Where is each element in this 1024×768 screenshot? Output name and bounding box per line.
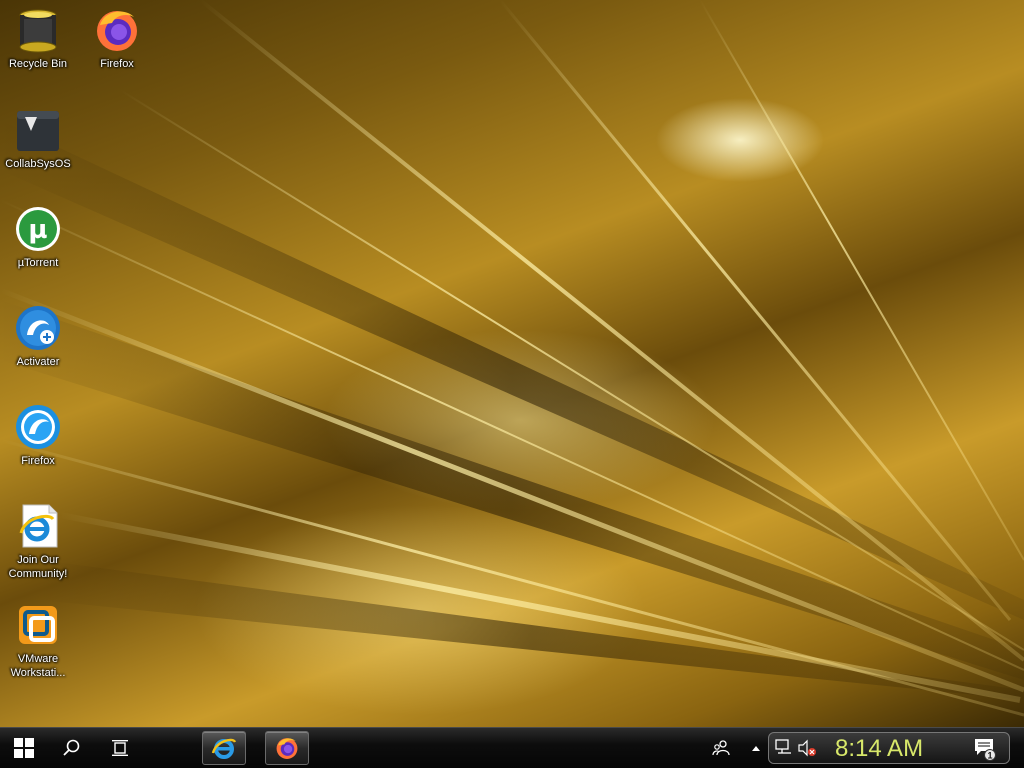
desktop-icon-firefox-2[interactable]: Firefox (0, 403, 76, 468)
desktop-icon-activater[interactable]: Activater (0, 304, 76, 369)
desktop-icon-join-our-community[interactable]: Join Our Community! (0, 502, 76, 581)
internet-explorer-icon (211, 738, 237, 759)
network-icon[interactable] (775, 739, 793, 757)
task-view-button[interactable] (98, 728, 142, 768)
vmware-icon (14, 601, 62, 649)
waterfox-icon (14, 403, 62, 451)
show-hidden-icons-button[interactable] (748, 728, 764, 768)
windows-start-icon (14, 738, 34, 758)
desktop-icon-label: Recycle Bin (8, 58, 68, 70)
desktop-icon-label: VMware Workstati... (10, 653, 66, 679)
system-tray: 8:14 AM 1 (768, 732, 1010, 764)
start-button[interactable] (0, 728, 48, 768)
people-icon (712, 740, 730, 756)
wallpaper-rays (0, 0, 1024, 717)
desktop-icon-label: Firefox (21, 455, 55, 467)
internet-explorer-shortcut-icon (14, 502, 62, 550)
folder-icon (14, 106, 62, 154)
notifications-icon[interactable]: 1 (973, 737, 997, 761)
desktop-icon-label: Join Our Community! (8, 554, 68, 580)
desktop-icon-recycle-bin[interactable]: Recycle Bin (0, 6, 76, 71)
desktop-icon-utorrent[interactable]: µ µTorrent (0, 205, 76, 270)
people-button[interactable] (706, 728, 736, 768)
firefox-icon (93, 6, 141, 54)
task-view-icon (112, 740, 128, 756)
desktop-icon-label: Firefox (100, 58, 134, 70)
firefox-icon (276, 738, 298, 759)
recycle-bin-icon (14, 6, 62, 54)
desktop-icon-collabsysos[interactable]: CollabSysOS (0, 106, 76, 171)
chevron-up-icon (752, 746, 760, 751)
desktop-icon-label: Activater (16, 356, 60, 368)
desktop-icon-firefox[interactable]: Firefox (79, 6, 155, 71)
svg-text:µ: µ (28, 215, 47, 245)
taskbar-app-internet-explorer[interactable] (202, 731, 246, 765)
volume-muted-icon[interactable] (797, 739, 817, 757)
utorrent-icon: µ (14, 205, 62, 253)
desktop-icon-vmware[interactable]: VMware Workstati... (0, 601, 76, 680)
taskbar-app-firefox[interactable] (265, 731, 309, 765)
notification-count: 1 (987, 751, 992, 761)
activator-icon (14, 304, 62, 352)
clock[interactable]: 8:14 AM (835, 735, 923, 763)
taskbar: 8:14 AM 1 (0, 727, 1024, 768)
search-icon (63, 739, 80, 756)
desktop-icon-label: µTorrent (17, 257, 59, 269)
desktop[interactable]: Recycle Bin Firefox CollabSysOS µ µTorre… (0, 0, 1024, 727)
search-button[interactable] (50, 728, 94, 768)
desktop-icon-label: CollabSysOS (5, 158, 71, 170)
